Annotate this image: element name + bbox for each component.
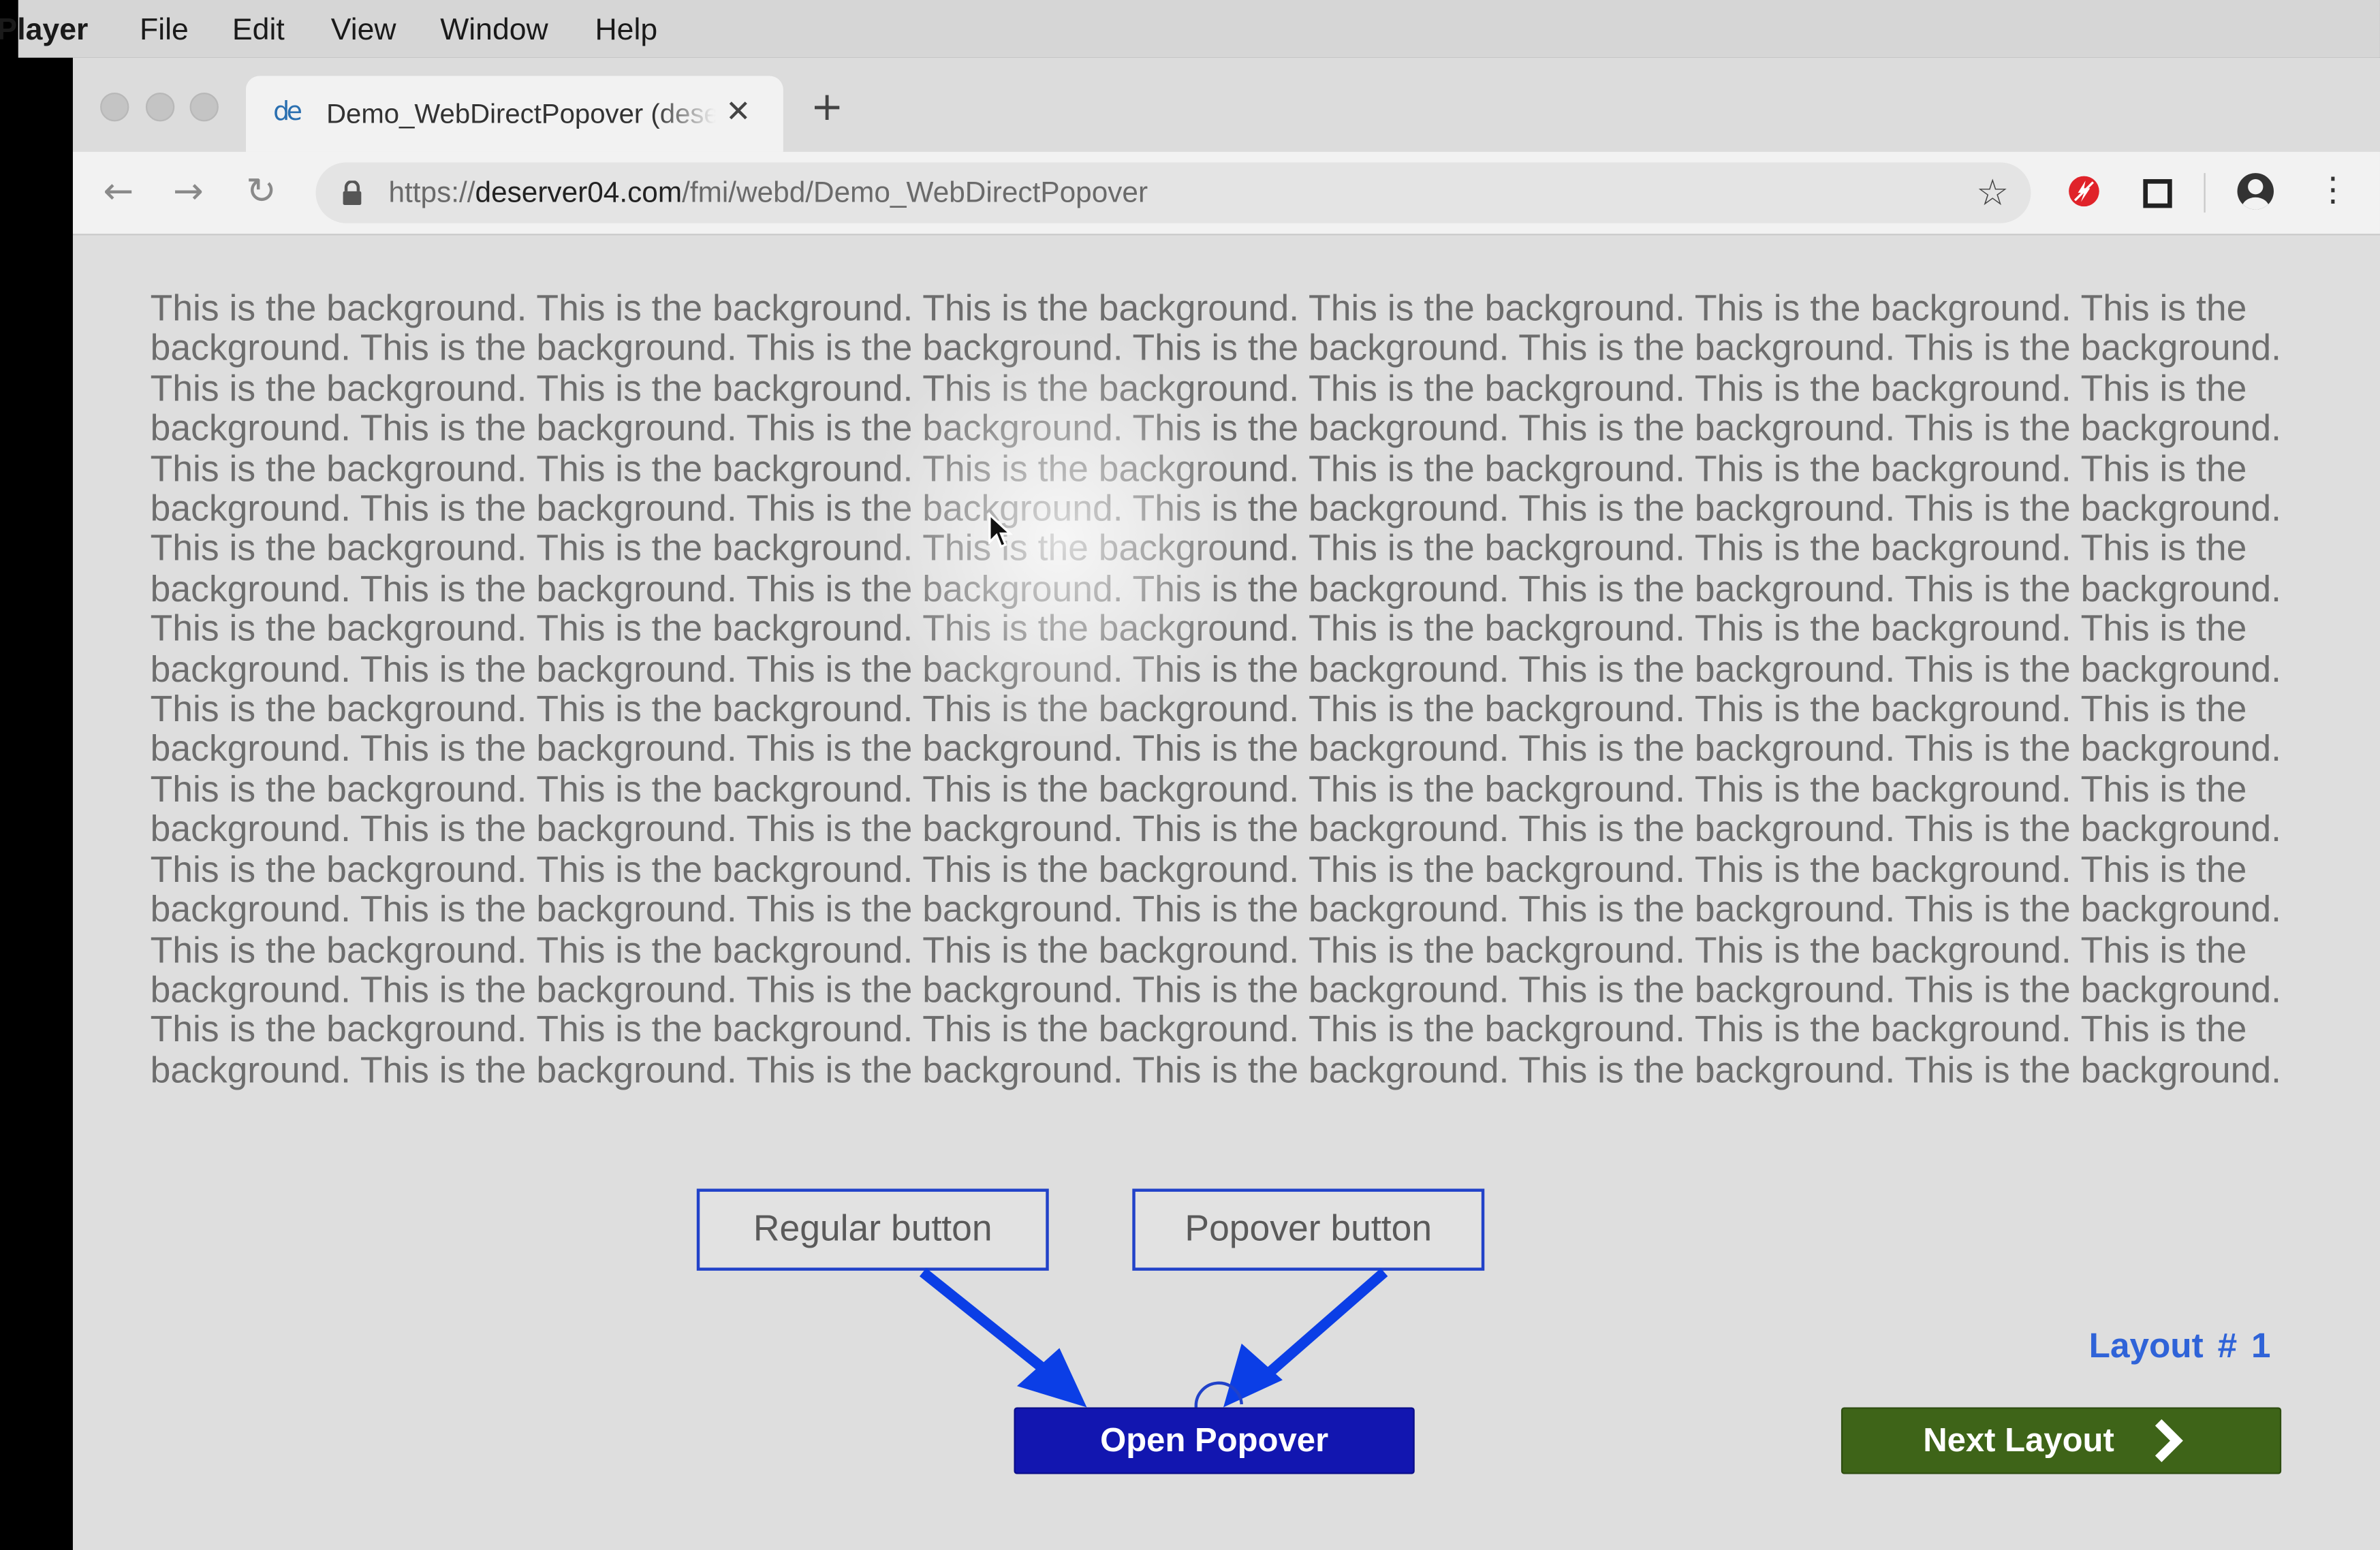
arrow-right (1223, 1268, 1388, 1408)
reload-icon[interactable]: ↻ (246, 170, 277, 212)
menu-file[interactable]: File (140, 14, 189, 48)
menu-window[interactable]: Window (440, 14, 548, 48)
chevron-right-icon (2155, 1419, 2183, 1462)
url-text: https://deserver04.com/fmi/webd/Demo_Web… (388, 178, 1148, 211)
tab-demo-webdirect-popover[interactable]: de Demo_WebDirectPopover (deserver04) ✕ (245, 76, 783, 152)
next-layout-button[interactable]: Next Layout (1841, 1407, 2282, 1474)
screen: Player File Edit View Window Help de Dem… (0, 0, 2380, 1550)
next-layout-label: Next Layout (1923, 1421, 2114, 1459)
url-path: /fmi/webd/Demo_WebDirectPopover (682, 177, 1148, 210)
tab-title: Demo_WebDirectPopover (deserver04) (326, 98, 715, 131)
minimize-window-button[interactable] (145, 92, 175, 122)
star-icon[interactable]: ☆ (1976, 172, 2009, 214)
profile-icon[interactable] (2237, 173, 2274, 210)
address-bar[interactable]: https://deserver04.com/fmi/webd/Demo_Web… (315, 162, 2031, 223)
menu-bar: Player File Edit View Window Help (0, 0, 2380, 58)
url-scheme: https:// (388, 177, 475, 210)
url-host: deserver04.com (475, 177, 683, 210)
cast-icon[interactable] (2143, 179, 2172, 208)
tab-strip: de Demo_WebDirectPopover (deserver04) ✕ … (72, 57, 2380, 152)
open-popover-button[interactable]: Open Popover (1014, 1407, 1415, 1474)
page-content: This is the background. This is the back… (72, 235, 2380, 1550)
browser-toolbar: ← → ↻ https://deserver04.com/fmi/webd/De… (72, 151, 2380, 236)
back-arrow-icon[interactable]: ← (104, 170, 134, 212)
menu-help[interactable]: Help (595, 14, 657, 48)
favicon-icon: de (273, 97, 302, 128)
tab-close-icon[interactable]: ✕ (725, 93, 751, 129)
kebab-menu-icon[interactable]: ⋮ (2316, 172, 2349, 211)
zoom-window-button[interactable] (189, 92, 219, 122)
forward-arrow-icon[interactable]: → (173, 170, 204, 212)
layout-number-label: Layout # 1 (2088, 1325, 2271, 1365)
menu-view[interactable]: View (331, 14, 396, 48)
close-window-button[interactable] (100, 92, 129, 122)
arrow-left (919, 1267, 1087, 1408)
menu-edit[interactable]: Edit (232, 14, 285, 48)
toolbar-divider (2204, 173, 2206, 213)
new-tab-button[interactable]: + (811, 88, 844, 127)
flash-blocked-icon[interactable] (2069, 176, 2099, 207)
lock-icon (343, 180, 362, 205)
browser-window: de Demo_WebDirectPopover (deserver04) ✕ … (72, 57, 2380, 1550)
menu-app-name[interactable]: Player (0, 14, 88, 48)
